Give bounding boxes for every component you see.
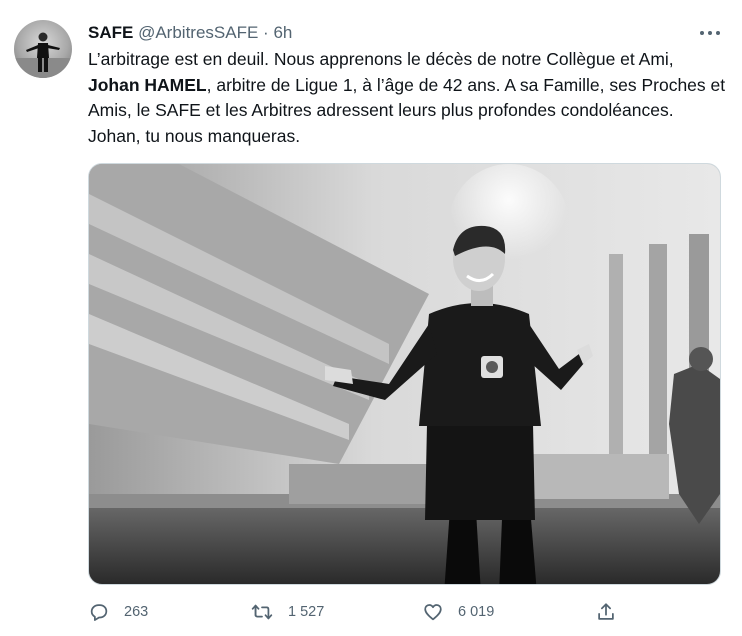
tweet-text: L’arbitrage est en deuil. Nous apprenons…	[88, 47, 728, 149]
heart-icon	[424, 604, 442, 621]
more-horizontal-icon	[700, 31, 720, 35]
tweet-text-bold: Johan HAMEL	[88, 74, 207, 95]
avatar[interactable]	[14, 20, 72, 78]
more-options-button[interactable]	[694, 20, 726, 46]
like-button[interactable]: 6 019	[422, 598, 494, 626]
reply-count: 263	[124, 604, 149, 620]
retweet-count: 1 527	[288, 604, 325, 620]
retweet-button[interactable]: 1 527	[250, 598, 324, 626]
like-count: 6 019	[458, 604, 495, 620]
tweet-actions: 263 1 527 6 019	[88, 598, 628, 626]
tweet-time[interactable]: 6h	[273, 23, 292, 42]
share-button[interactable]	[595, 598, 617, 626]
tweet-photo[interactable]	[88, 163, 721, 585]
tweet-card[interactable]: SAFE @ArbitresSAFE · 6h L’arbitrage est …	[0, 0, 742, 636]
separator-dot: ·	[263, 23, 269, 42]
tweet-text-part1: L’arbitrage est en deuil. Nous apprenons…	[88, 49, 674, 69]
author-name[interactable]: SAFE	[88, 23, 133, 42]
reply-button[interactable]: 263	[88, 598, 148, 626]
referee-photo-image	[89, 164, 720, 584]
retweet-icon	[251, 604, 273, 620]
reply-bubble-icon	[90, 604, 108, 621]
share-upload-icon	[598, 603, 614, 620]
author-handle[interactable]: @ArbitresSAFE	[138, 23, 258, 42]
avatar-referee-figure	[14, 32, 72, 78]
tweet-header: SAFE @ArbitresSAFE · 6h	[88, 22, 292, 44]
